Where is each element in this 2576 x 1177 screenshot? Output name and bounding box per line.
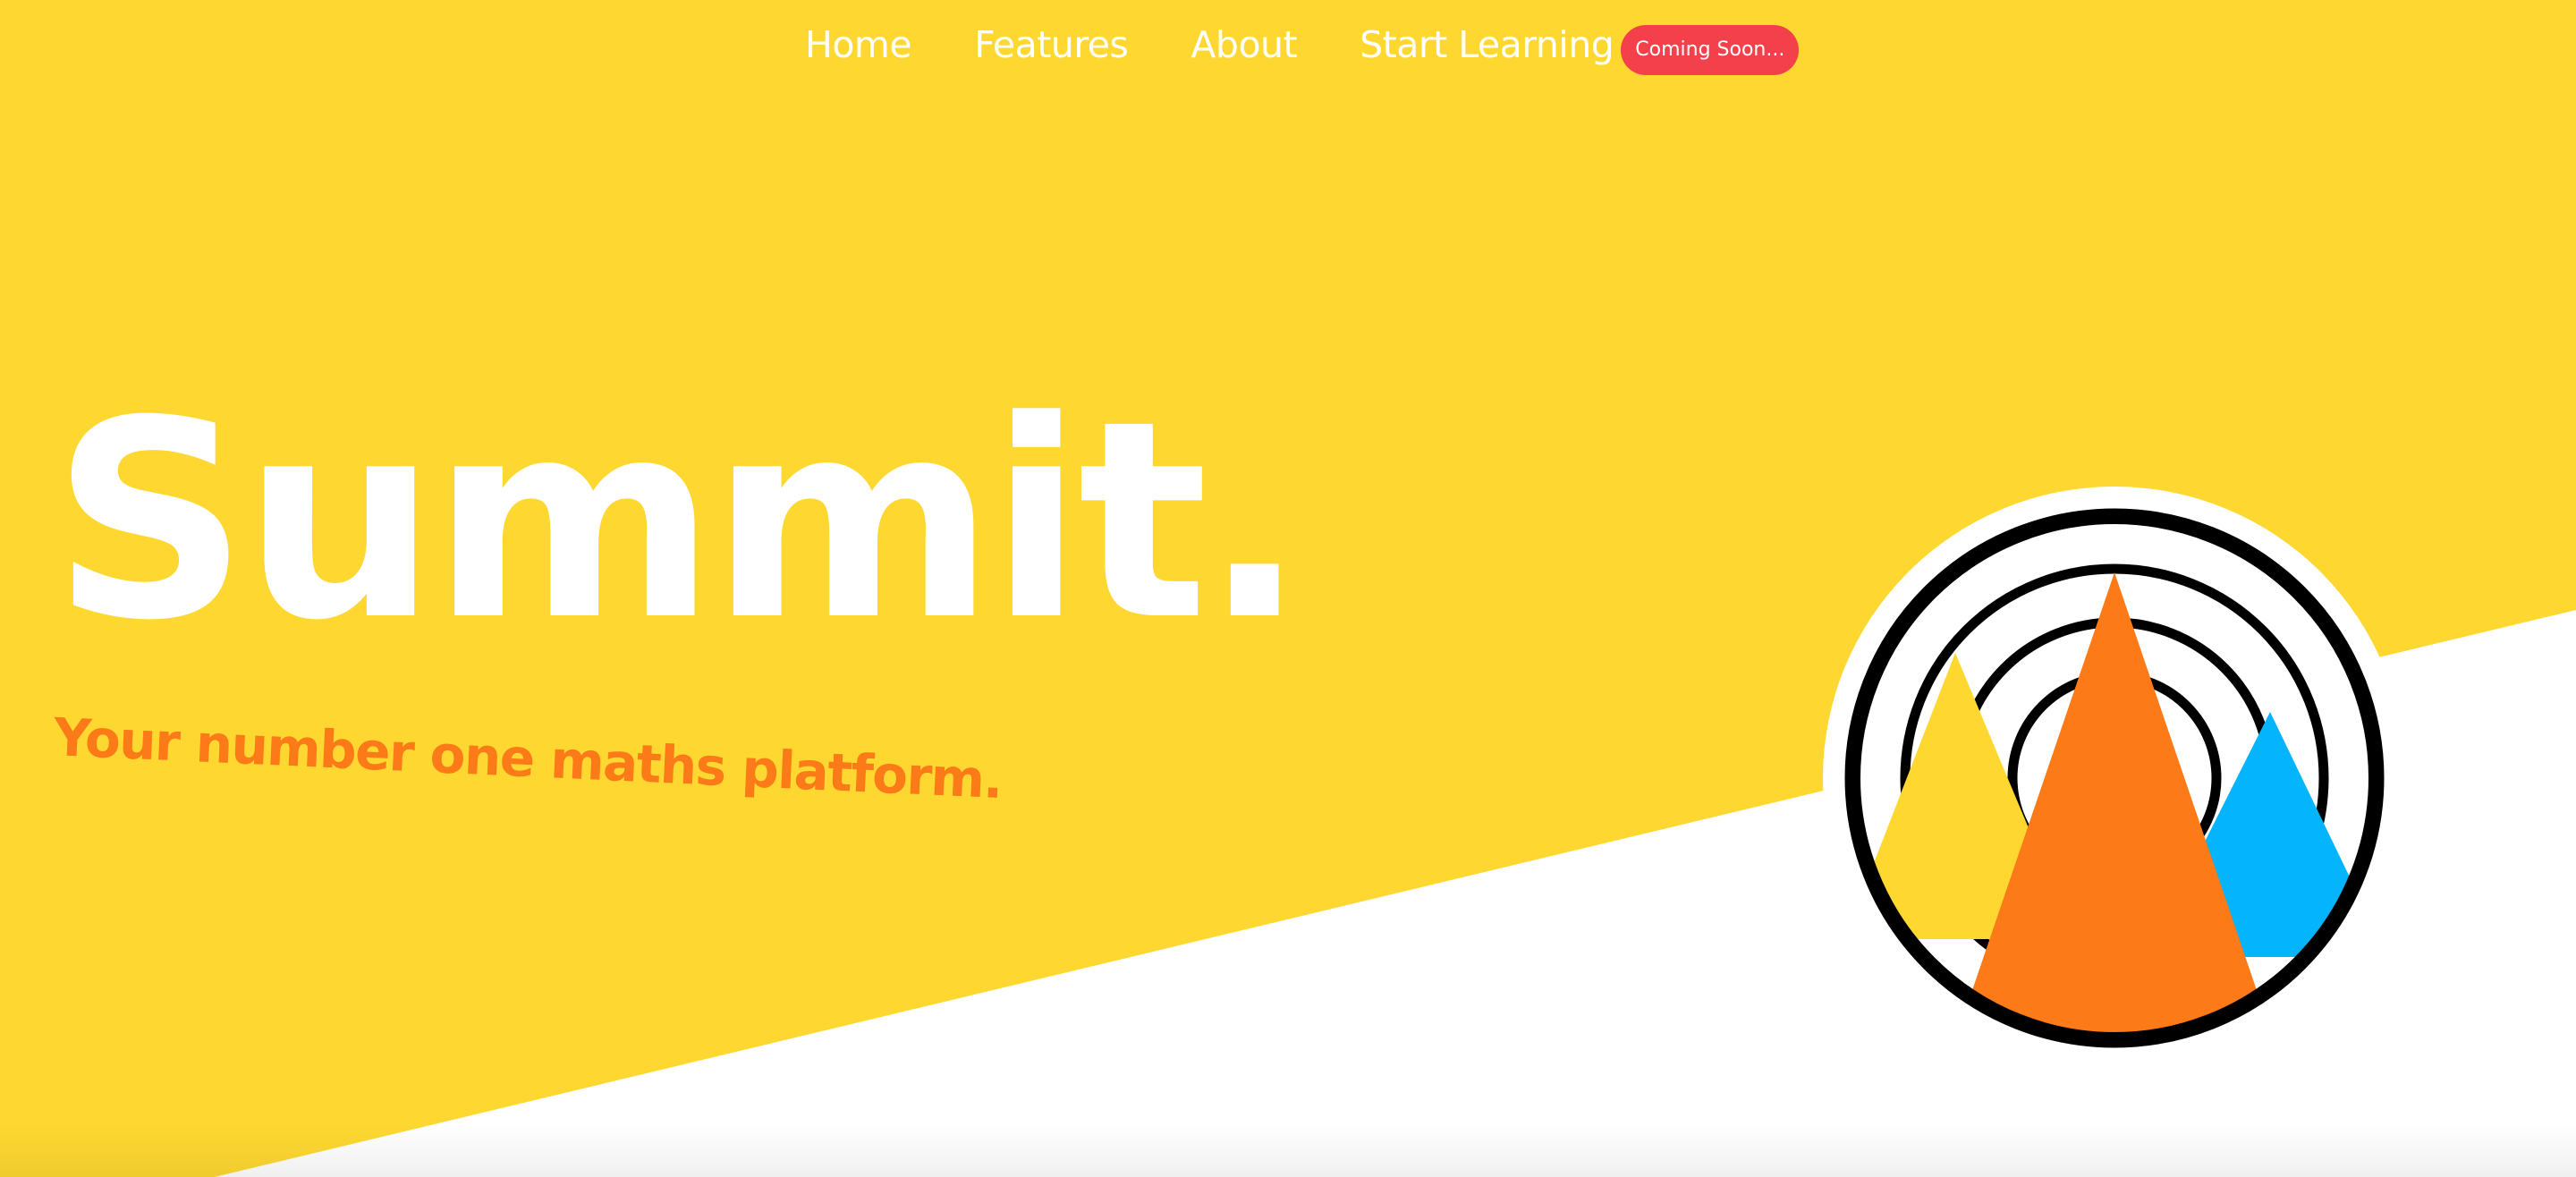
nav-link-start-learning[interactable]: Start Learning xyxy=(1360,16,1614,73)
nav-link-features[interactable]: Features xyxy=(974,16,1129,73)
summit-mountain-logo-icon xyxy=(1823,487,2397,1064)
hero-title: Summit. xyxy=(52,362,1307,680)
landing-page: Home Features About Start Learning Comin… xyxy=(0,0,2576,1177)
top-navigation: Home Features About Start Learning Comin… xyxy=(805,16,1800,75)
coming-soon-badge: Coming Soon... xyxy=(1621,25,1800,75)
section-divider-shadow xyxy=(0,1123,2576,1177)
nav-link-about[interactable]: About xyxy=(1191,16,1297,73)
nav-link-home[interactable]: Home xyxy=(805,16,912,73)
